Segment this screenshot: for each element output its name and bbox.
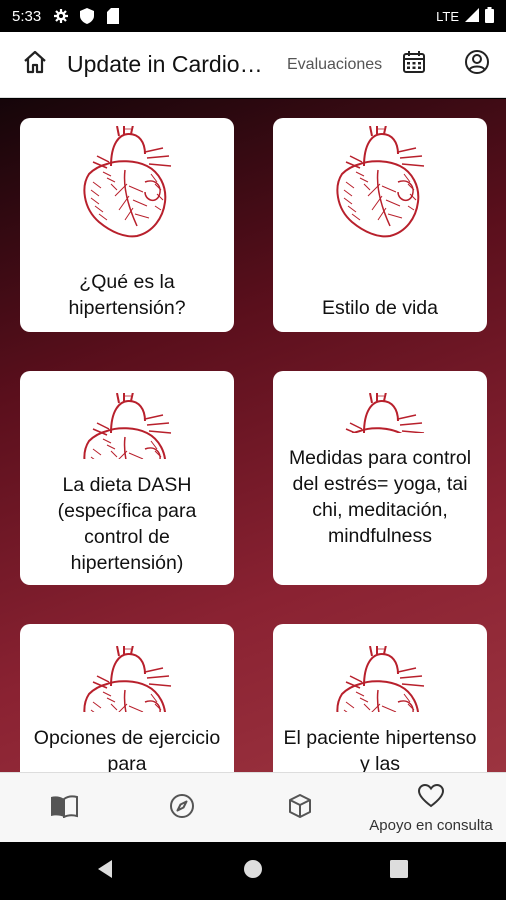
calendar-button[interactable] — [400, 51, 428, 79]
heart-illustration-icon — [67, 646, 187, 712]
nav-item-library[interactable] — [38, 773, 90, 843]
calendar-icon — [402, 50, 426, 79]
nav-item-support[interactable]: Apoyo en consulta — [356, 773, 506, 843]
topic-card[interactable]: El paciente hipertenso y las — [273, 624, 487, 772]
topics-grid: ¿Qué es la hipertensión? Estilo de vida … — [0, 99, 506, 772]
home-circle-icon — [243, 859, 263, 884]
status-time: 5:33 — [12, 7, 42, 25]
topic-card-label: Medidas para control del estrés= yoga, t… — [288, 447, 472, 547]
app-bar: Update in Cardio… Evaluaciones — [0, 32, 506, 98]
topic-card[interactable]: ¿Qué es la hipertensión? — [20, 118, 234, 332]
recents-square-icon — [390, 859, 408, 883]
topic-card-label: ¿Qué es la hipertensión? — [68, 271, 186, 319]
topic-card[interactable]: Opciones de ejercicio para — [20, 624, 234, 772]
status-bar: 5:33 LTE — [0, 0, 506, 32]
nav-item-models[interactable] — [275, 773, 325, 843]
evaluations-button[interactable]: Evaluaciones — [287, 56, 382, 74]
topic-card[interactable]: Estilo de vida — [273, 118, 487, 332]
topic-card[interactable]: La dieta DASH (específica para control d… — [20, 371, 234, 585]
home-button[interactable] — [17, 47, 53, 83]
gear-icon — [53, 8, 69, 24]
book-icon — [50, 794, 78, 823]
topic-card-label: Opciones de ejercicio para — [33, 727, 221, 772]
sd-card-icon — [105, 8, 121, 24]
account-circle-icon — [464, 49, 490, 80]
topic-card-label: El paciente hipertenso y las — [283, 727, 477, 772]
nav-item-explore[interactable] — [157, 773, 207, 843]
shield-icon — [79, 8, 95, 24]
back-triangle-icon — [96, 859, 114, 884]
system-navigation-bar — [0, 842, 506, 900]
profile-button[interactable] — [462, 50, 492, 80]
topic-card-label: Estilo de vida — [322, 297, 438, 319]
heart-illustration-icon — [320, 393, 440, 433]
bottom-navigation: Apoyo en consulta — [0, 772, 506, 842]
heart-outline-icon — [417, 783, 445, 814]
nav-item-support-label: Apoyo en consulta — [369, 816, 493, 834]
heart-illustration-icon — [67, 126, 187, 241]
topic-card-label: La dieta DASH (específica para control d… — [57, 474, 197, 574]
heart-illustration-icon — [67, 393, 187, 459]
signal-icon — [465, 7, 479, 25]
recents-button[interactable] — [369, 842, 429, 900]
topic-card[interactable]: Medidas para control del estrés= yoga, t… — [273, 371, 487, 585]
battery-icon — [485, 6, 494, 26]
back-button[interactable] — [75, 842, 135, 900]
heart-illustration-icon — [320, 646, 440, 712]
compass-icon — [169, 793, 195, 824]
cube-icon — [287, 793, 313, 824]
home-system-button[interactable] — [223, 842, 283, 900]
app-title: Update in Cardio… — [67, 51, 263, 77]
home-icon — [22, 49, 48, 80]
network-type: LTE — [436, 8, 459, 24]
heart-illustration-icon — [320, 126, 440, 241]
